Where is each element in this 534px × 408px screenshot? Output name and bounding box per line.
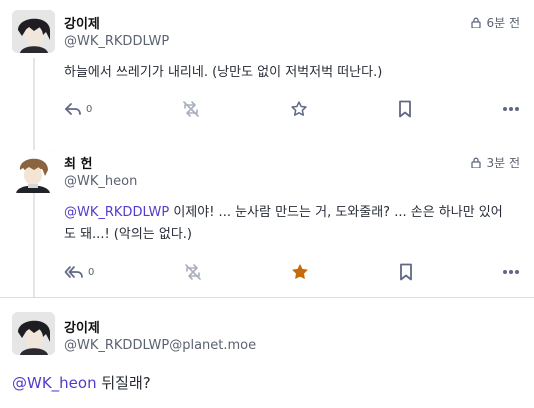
relative-time[interactable]: 6분 전 [486,14,520,31]
ellipsis-icon [502,106,520,112]
status-meta: 3분 전 [471,154,520,171]
avatar[interactable] [12,10,55,53]
reply-count: 0 [88,266,95,278]
lock-icon [471,17,482,29]
status-text: 하늘에서 쓰레기가 내리네. (낭만도 없이 저벅저벅 떠난다.) [64,65,383,80]
relative-time[interactable]: 3분 전 [486,154,520,171]
boost-disabled-icon [183,263,203,281]
status-text: 뒤질래? [96,374,151,392]
bookmark-icon [397,100,413,118]
account-handle[interactable]: @WK_RKDDLWP [64,34,169,49]
reply-count: 0 [86,103,93,115]
status-action-bar: 0 [64,97,520,121]
avatar[interactable] [12,312,55,355]
ellipsis-icon [502,269,520,275]
status-content: @WK_RKDDLWP 이제야! ... 눈사람 만드는 거, 도와줄래? ..… [64,202,514,246]
status-content: @WK_heon 뒤질래? [12,372,151,394]
reply-icon [64,101,82,117]
reply-button[interactable]: 0 [64,97,92,121]
boost-disabled-icon [181,100,201,118]
reply-all-button[interactable]: 0 [64,260,94,284]
favourite-button[interactable] [290,97,308,121]
bookmark-button[interactable] [398,260,414,284]
account-handle[interactable]: @WK_heon [64,174,137,189]
status-content: 하늘에서 쓰레기가 내리네. (낭만도 없이 저벅저벅 떠난다.) [64,62,514,84]
status-meta: 6분 전 [471,14,520,31]
account-handle[interactable]: @WK_RKDDLWP@planet.moe [64,338,256,353]
avatar[interactable] [12,150,55,193]
more-button[interactable] [502,260,520,284]
display-name[interactable]: 강이제 [64,13,100,32]
mention-link[interactable]: @WK_RKDDLWP [64,205,169,220]
star-filled-icon [291,263,309,281]
status-action-bar: 0 [64,260,520,284]
lock-icon [471,157,482,169]
bookmark-icon [398,263,414,281]
reply-all-icon [64,264,84,280]
star-outline-icon [290,100,308,118]
display-name[interactable]: 최 헌 [64,153,92,172]
status-card: 최 헌 @WK_heon 3분 전 @WK_RKDDLWP 이제야! ... 눈… [0,140,534,298]
display-name[interactable]: 강이제 [64,317,100,336]
status-card: 강이제 @WK_RKDDLWP 6분 전 하늘에서 쓰레기가 내리네. (낭만도… [0,0,534,140]
mention-link[interactable]: @WK_heon [12,374,97,392]
more-button[interactable] [502,97,520,121]
favourite-button[interactable] [291,260,309,284]
boost-button[interactable] [181,97,201,121]
bookmark-button[interactable] [397,97,413,121]
detailed-status: 강이제 @WK_RKDDLWP@planet.moe @WK_heon 뒤질래? [0,298,534,408]
boost-button[interactable] [183,260,203,284]
